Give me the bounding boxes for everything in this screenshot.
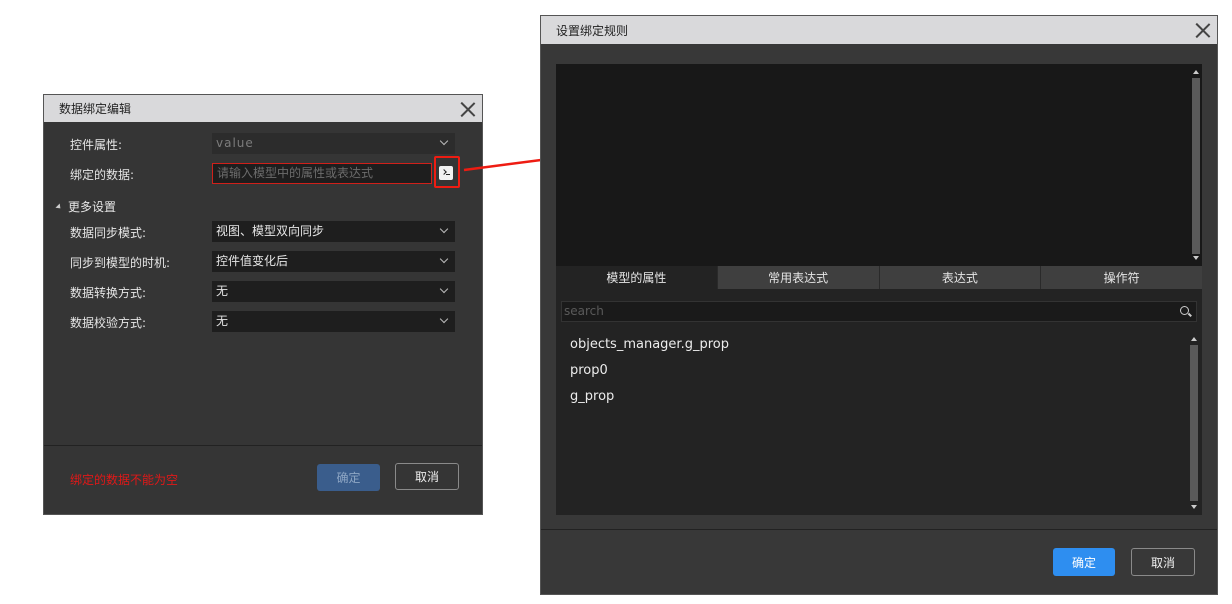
- chevron-down-icon: [439, 314, 449, 324]
- tab-common-expressions[interactable]: 常用表达式: [717, 266, 880, 289]
- scroll-down-icon[interactable]: [1191, 505, 1197, 509]
- validation-select[interactable]: 无: [212, 311, 455, 332]
- more-settings-toggle[interactable]: 更多设置: [55, 198, 117, 215]
- binding-rule-dialog: 设置绑定规则 模型的属性 常用表达式 表达式 操作符 search object…: [540, 15, 1218, 595]
- dialog-title: 数据绑定编辑: [59, 102, 132, 116]
- chevron-down-icon: [439, 136, 449, 146]
- control-property-label: 控件属性:: [70, 138, 123, 152]
- tab-operators[interactable]: 操作符: [1041, 266, 1202, 289]
- expression-scrollbar[interactable]: [1192, 66, 1200, 264]
- conversion-row: 数据转换方式: 无: [44, 281, 482, 303]
- close-icon[interactable]: [460, 101, 476, 117]
- dialog-title: 设置绑定规则: [556, 23, 629, 38]
- sync-timing-label: 同步到模型的时机:: [70, 256, 171, 270]
- data-binding-edit-dialog: 数据绑定编辑 控件属性: value 绑定的数据: 请输入模型中的属性或表达式 …: [43, 94, 483, 515]
- scroll-thumb[interactable]: [1192, 78, 1200, 254]
- dialog-titlebar: 设置绑定规则: [541, 16, 1217, 44]
- collapse-triangle-icon: [55, 202, 63, 211]
- tab-expressions[interactable]: 表达式: [879, 266, 1042, 289]
- validation-label: 数据校验方式:: [70, 316, 147, 330]
- tab-bar: 模型的属性 常用表达式 表达式 操作符: [556, 266, 1202, 289]
- ok-button[interactable]: 确定: [1053, 548, 1115, 576]
- search-placeholder: search: [564, 304, 604, 318]
- scroll-thumb[interactable]: [1190, 345, 1198, 501]
- control-property-select: value: [212, 133, 455, 154]
- sync-timing-value: 控件值变化后: [216, 254, 289, 268]
- cancel-button[interactable]: 取消: [395, 463, 459, 490]
- bound-data-label: 绑定的数据:: [70, 168, 135, 182]
- search-icon[interactable]: [1180, 306, 1189, 315]
- list-item[interactable]: prop0: [570, 363, 729, 389]
- list-item[interactable]: g_prop: [570, 389, 729, 415]
- more-settings-label: 更多设置: [68, 200, 117, 214]
- scroll-up-icon[interactable]: [1193, 70, 1199, 74]
- chevron-down-icon: [439, 224, 449, 234]
- error-message: 绑定的数据不能为空: [70, 473, 179, 487]
- list-scrollbar[interactable]: [1190, 333, 1198, 513]
- property-list: objects_manager.g_prop prop0 g_prop: [570, 337, 729, 415]
- scroll-down-icon[interactable]: [1193, 256, 1199, 260]
- tab-model-properties[interactable]: 模型的属性: [556, 266, 718, 289]
- properties-panel: search objects_manager.g_prop prop0 g_pr…: [556, 289, 1202, 515]
- validation-value: 无: [216, 314, 229, 328]
- conversion-select[interactable]: 无: [212, 281, 455, 302]
- sync-mode-value: 视图、模型双向同步: [216, 224, 325, 238]
- expression-editor-icon[interactable]: [439, 166, 453, 180]
- footer-divider: [541, 529, 1217, 530]
- bound-data-placeholder: 请输入模型中的属性或表达式: [217, 166, 374, 180]
- expression-editor[interactable]: [556, 64, 1202, 266]
- sync-mode-select[interactable]: 视图、模型双向同步: [212, 221, 455, 242]
- sync-mode-row: 数据同步模式: 视图、模型双向同步: [44, 221, 482, 243]
- conversion-label: 数据转换方式:: [70, 286, 147, 300]
- bound-data-row: 绑定的数据: 请输入模型中的属性或表达式: [44, 156, 482, 188]
- sync-timing-select[interactable]: 控件值变化后: [212, 251, 455, 272]
- chevron-down-icon: [439, 284, 449, 294]
- footer-divider: [44, 445, 482, 446]
- validation-row: 数据校验方式: 无: [44, 311, 482, 333]
- scroll-up-icon[interactable]: [1191, 337, 1197, 341]
- list-item[interactable]: objects_manager.g_prop: [570, 337, 729, 363]
- chevron-down-icon: [439, 254, 449, 264]
- dialog-titlebar: 数据绑定编辑: [44, 95, 482, 122]
- cancel-button[interactable]: 取消: [1131, 548, 1195, 576]
- bound-data-input[interactable]: 请输入模型中的属性或表达式: [212, 163, 432, 184]
- ok-button[interactable]: 确定: [317, 464, 380, 491]
- sync-timing-row: 同步到模型的时机: 控件值变化后: [44, 251, 482, 273]
- sync-mode-label: 数据同步模式:: [70, 226, 147, 240]
- control-property-value: value: [216, 136, 254, 150]
- close-icon[interactable]: [1195, 22, 1211, 38]
- control-property-row: 控件属性: value: [44, 133, 482, 155]
- conversion-value: 无: [216, 284, 229, 298]
- search-input[interactable]: search: [561, 301, 1197, 322]
